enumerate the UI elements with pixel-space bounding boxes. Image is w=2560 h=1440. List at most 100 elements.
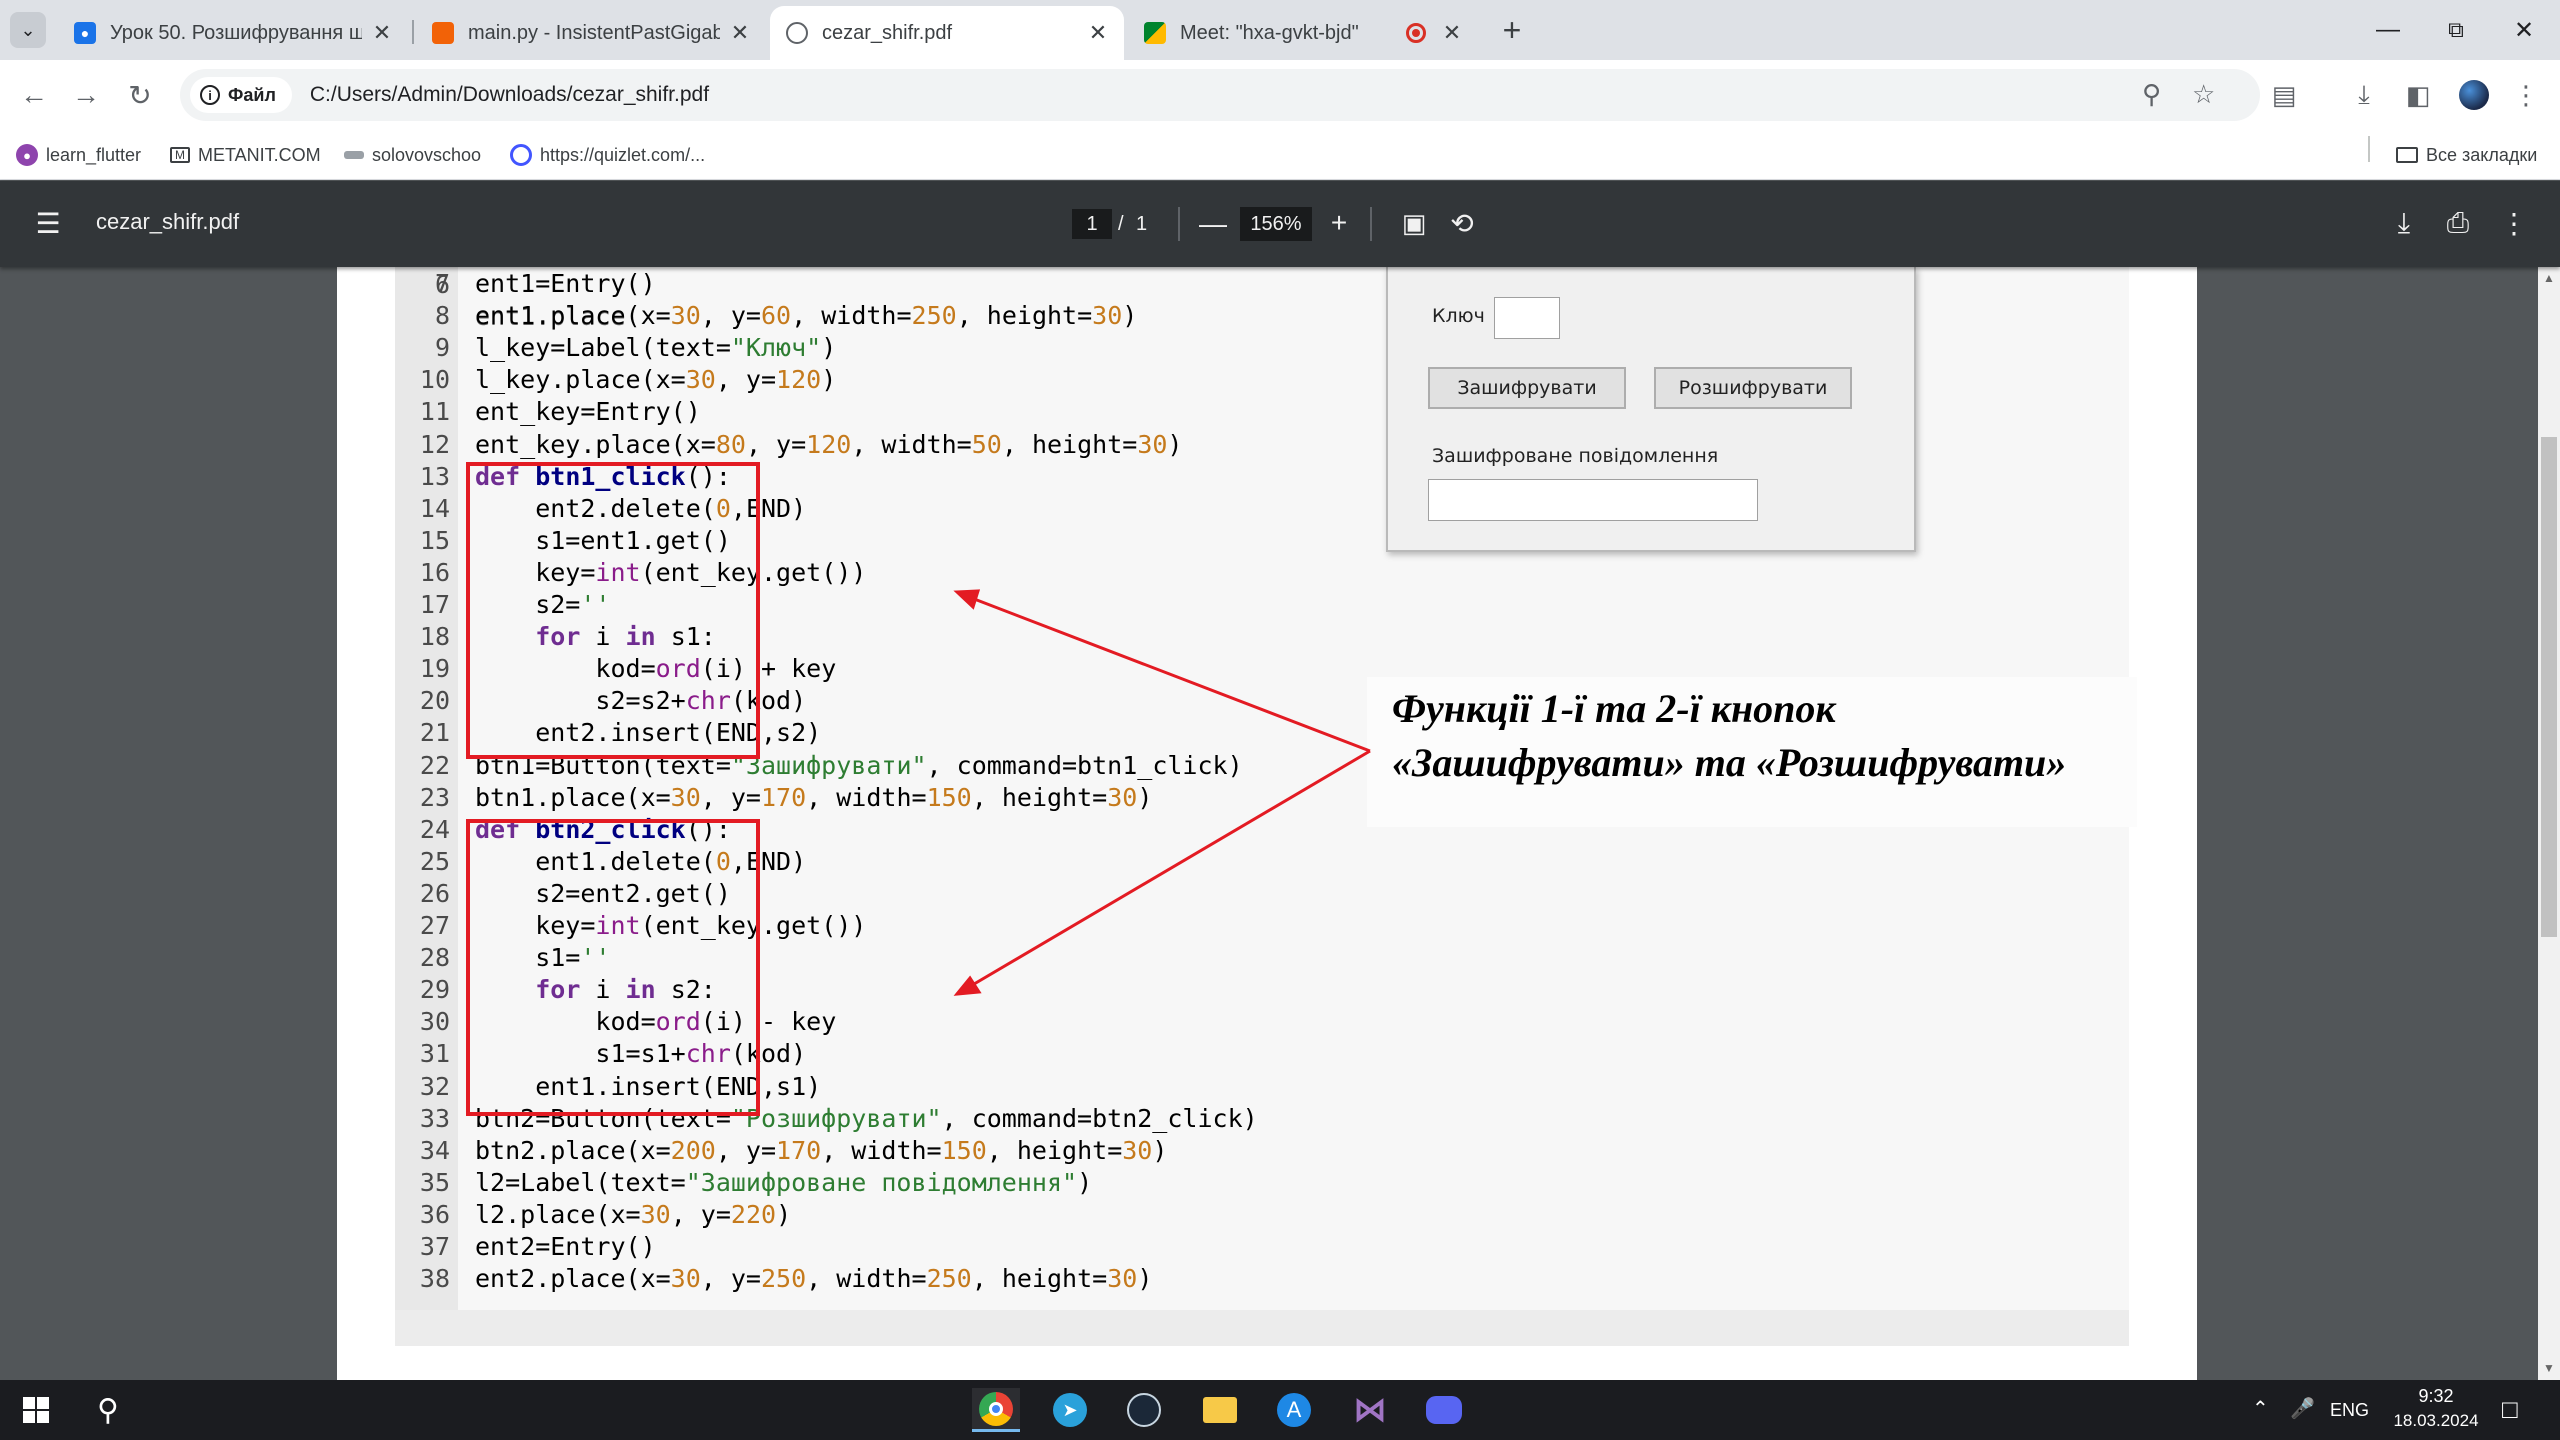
message-entry <box>1428 479 1758 521</box>
tab-replit[interactable]: main.py - InsistentPastGigabyte ✕ <box>416 6 766 60</box>
minimize-button[interactable]: — <box>2360 10 2416 50</box>
close-icon[interactable]: ✕ <box>730 20 750 46</box>
taskbar-app-installer[interactable]: A <box>1270 1388 1318 1432</box>
line-number: 28 <box>419 943 450 973</box>
taskbar-discord[interactable] <box>1420 1388 1468 1432</box>
message-label: Зашифроване повідомлення <box>1432 445 1719 467</box>
code-line: 36 l2.place(x=30, y=220) <box>395 1199 2129 1231</box>
pdf-toolbar: ☰ cezar_shifr.pdf 1 / 1 — 156% + ▣ ⟲ ⤓ ⎙… <box>0 181 2560 267</box>
chrome-icon <box>979 1391 1013 1426</box>
steam-icon <box>1127 1393 1161 1427</box>
restore-icon: ⧉ <box>2448 17 2464 42</box>
discord-icon <box>1426 1396 1462 1424</box>
rotate-button[interactable]: ⟲ <box>1444 205 1480 241</box>
all-bookmarks-button[interactable]: Все закладки <box>2396 140 2537 170</box>
more-actions-button[interactable]: ⋮ <box>2496 205 2532 241</box>
star-icon[interactable]: ☆ <box>2192 79 2215 110</box>
scrollbar-thumb[interactable] <box>2541 437 2557 937</box>
zoom-icon[interactable]: ⚲ <box>2142 79 2161 110</box>
line-number: 17 <box>419 590 450 619</box>
line-number: 10 <box>419 365 450 395</box>
bookmark-label: solovovschoo <box>372 144 482 165</box>
line-number: 36 <box>419 1199 450 1229</box>
scroll-down-icon[interactable]: ▼ <box>2541 1361 2557 1375</box>
close-icon[interactable]: ✕ <box>1442 20 1462 46</box>
line-number: 31 <box>419 1039 450 1069</box>
taskbar-chrome[interactable] <box>972 1388 1020 1432</box>
tab-meet[interactable]: Meet: "hxa-gvkt-bjd" ✕ <box>1128 6 1478 60</box>
clock[interactable]: 9:32 18.03.2024 <box>2388 1386 2484 1431</box>
forward-button[interactable]: → <box>66 75 106 115</box>
bookmark-solovovschoo[interactable]: solovovschoo <box>344 140 481 170</box>
pdf-title: cezar_shifr.pdf <box>96 209 240 234</box>
restore-button[interactable]: ⧉ <box>2428 10 2484 50</box>
back-button[interactable]: ← <box>14 75 54 115</box>
url-text[interactable]: C:/Users/Admin/Downloads/cezar_shifr.pdf <box>310 83 709 107</box>
reload-icon: ↻ <box>128 79 152 111</box>
windows-icon <box>23 1397 49 1423</box>
page-number-input[interactable]: 1 <box>1072 209 1112 239</box>
tab-title: Урок 50. Розшифрування ш ис <box>110 21 362 44</box>
vertical-scrollbar[interactable]: ▲ ▼ <box>2538 267 2560 1380</box>
code-text: ent_key.place(x=80, y=120, width=50, hei… <box>475 429 1183 459</box>
bookmark-label: https://quizlet.com/... <box>540 144 706 165</box>
chevron-down-icon: ⌄ <box>20 19 36 40</box>
annotation-line-2: «Зашифрувати» та «Розшифрувати» <box>1392 740 2067 785</box>
line-number: 30 <box>419 1007 450 1037</box>
zoom-in-button[interactable]: + <box>1322 205 1356 241</box>
line-number: 19 <box>419 654 450 684</box>
key-entry <box>1494 297 1560 339</box>
bookmark-favicon-icon <box>344 151 364 159</box>
folder-icon <box>2396 147 2418 163</box>
downloads-button[interactable]: ⤓ <box>2344 75 2384 115</box>
microphone-icon[interactable]: 🎤 <box>2290 1396 2315 1421</box>
start-button[interactable] <box>12 1388 60 1432</box>
page-total: 1 <box>1136 213 1148 235</box>
bookmark-quizlet[interactable]: https://quizlet.com/... <box>510 140 705 170</box>
code-text: ent2=Entry() <box>475 1232 656 1261</box>
bookmark-learn-flutter[interactable]: ● learn_flutter <box>16 140 141 170</box>
tray-chevron-icon[interactable]: ⌃ <box>2252 1396 2269 1421</box>
code-line: 34 btn2.place(x=200, y=170, width=150, he… <box>395 1135 2129 1167</box>
zoom-input[interactable]: 156% <box>1240 207 1312 241</box>
annotation-text: Функції 1-ї та 2-ї кнопок «Зашифрувати» … <box>1392 682 2192 790</box>
notifications-icon[interactable]: □ <box>2502 1394 2518 1425</box>
clock-time: 9:32 <box>2418 1386 2454 1406</box>
profile-button[interactable] <box>2454 75 2494 115</box>
taskbar-visual-studio[interactable]: ⋈ <box>1346 1388 1394 1432</box>
sidebar-menu-button[interactable]: ☰ <box>30 205 66 241</box>
fit-page-icon: ▣ <box>1401 207 1427 238</box>
close-window-button[interactable]: ✕ <box>2496 10 2552 50</box>
line-number: 26 <box>419 878 450 908</box>
bookmark-metanit[interactable]: M METANIT.COM <box>170 140 321 170</box>
taskbar-file-explorer[interactable] <box>1196 1388 1244 1432</box>
scroll-up-icon[interactable]: ▲ <box>2541 271 2557 285</box>
fit-page-button[interactable]: ▣ <box>1396 205 1432 241</box>
classroom-icon: ● <box>74 22 96 44</box>
extensions-button[interactable]: ▤ <box>2264 75 2304 115</box>
pdf-viewer[interactable]: 6 ent1.place 7 ent1=Entry() 8 ent1.place(x=… <box>0 267 2560 1380</box>
bookmark-label: learn_flutter <box>46 144 142 165</box>
line-number: 13 <box>419 461 450 491</box>
close-icon[interactable]: ✕ <box>372 20 392 46</box>
tab-lesson[interactable]: ● Урок 50. Розшифрування ш ис ✕ <box>58 6 408 60</box>
language-indicator[interactable]: ENG <box>2330 1400 2369 1421</box>
taskbar-telegram[interactable]: ➤ <box>1046 1388 1094 1432</box>
site-info-chip[interactable]: i Файл <box>190 77 292 113</box>
bookmark-label: METANIT.COM <box>198 144 321 165</box>
tab-search-button[interactable]: ⌄ <box>10 12 46 48</box>
search-button[interactable]: ⚲ <box>84 1388 132 1432</box>
taskbar-steam[interactable] <box>1120 1388 1168 1432</box>
tab-pdf[interactable]: cezar_shifr.pdf ✕ <box>770 6 1124 60</box>
code-text: ent2.place(x=30, y=250, width=250, heigh… <box>475 1264 1153 1294</box>
reload-button[interactable]: ↻ <box>120 75 160 115</box>
zoom-out-button[interactable]: — <box>1196 207 1230 241</box>
address-bar[interactable]: i Файл C:/Users/Admin/Downloads/cezar_sh… <box>180 69 2260 121</box>
code-footer <box>395 1310 2129 1346</box>
print-button[interactable]: ⎙ <box>2440 205 2476 241</box>
download-button[interactable]: ⤓ <box>2386 205 2422 241</box>
menu-button[interactable]: ⋮ <box>2506 75 2546 115</box>
new-tab-button[interactable]: + <box>1494 12 1530 48</box>
close-icon[interactable]: ✕ <box>1088 20 1108 46</box>
side-panel-button[interactable]: ◧ <box>2398 75 2438 115</box>
